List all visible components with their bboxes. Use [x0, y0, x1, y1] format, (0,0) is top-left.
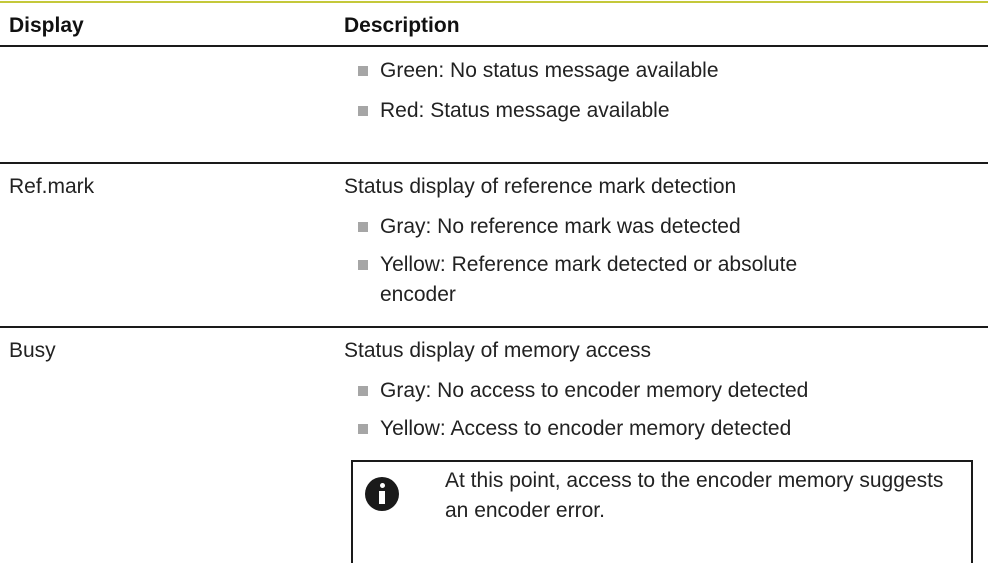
description-cell: Status display of reference mark detecti…	[344, 175, 737, 198]
row-divider	[0, 162, 988, 164]
info-icon	[365, 477, 399, 511]
list-item: Yellow: Access to encoder memory detecte…	[358, 414, 791, 444]
info-note: At this point, access to the encoder mem…	[351, 460, 973, 563]
header-rule	[0, 45, 988, 47]
bullet-square-icon	[358, 424, 368, 434]
table-top-rule	[0, 1, 988, 3]
row-divider	[0, 326, 988, 328]
list-item: Green: No status message available	[358, 56, 719, 86]
bullet-square-icon	[358, 260, 368, 270]
bullet-square-icon	[358, 386, 368, 396]
column-header-description: Description	[344, 14, 460, 37]
column-header-display: Display	[9, 14, 84, 37]
description-cell: Status display of memory access	[344, 339, 651, 362]
bullet-square-icon	[358, 66, 368, 76]
note-text: At this point, access to the encoder mem…	[445, 469, 944, 522]
bullet-square-icon	[358, 222, 368, 232]
list-item: Gray: No access to encoder memory detect…	[358, 376, 808, 406]
list-item: Red: Status message available	[358, 96, 670, 126]
display-cell-busy: Busy	[9, 339, 56, 362]
list-item: Gray: No reference mark was detected	[358, 212, 741, 242]
list-item: Yellow: Reference mark detected or absol…	[358, 250, 820, 310]
display-cell-ref-mark: Ref.mark	[9, 175, 95, 198]
bullet-square-icon	[358, 106, 368, 116]
